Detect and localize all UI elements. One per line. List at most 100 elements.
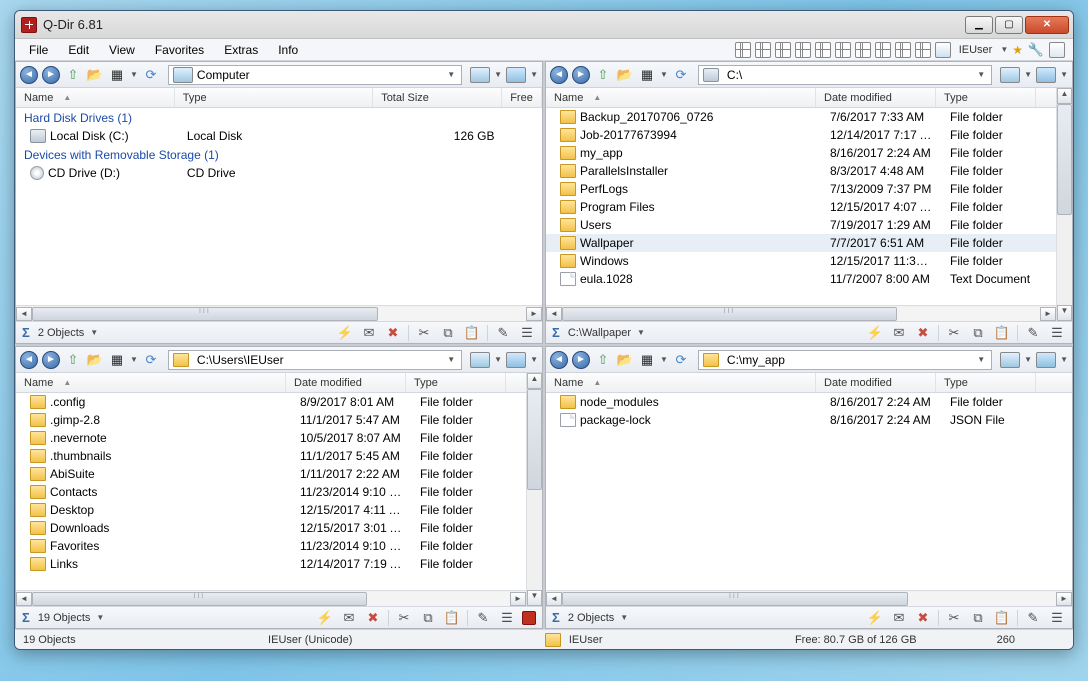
sigma-icon[interactable]: Σ — [552, 610, 560, 625]
column-headers[interactable]: Name▲TypeTotal SizeFree — [16, 88, 542, 108]
up-button[interactable]: ⇧ — [64, 351, 82, 369]
paste-icon[interactable]: 📋 — [443, 609, 461, 627]
group-header[interactable]: Devices with Removable Storage (1) — [16, 145, 542, 164]
folder-open-icon[interactable]: 📂 — [86, 66, 104, 84]
view-icon[interactable]: ▦ — [108, 351, 126, 369]
h-scrollbar[interactable]: ◄ III ► — [546, 305, 1056, 321]
sigma-icon[interactable]: Σ — [22, 325, 30, 340]
monitor-icon[interactable] — [1000, 352, 1020, 368]
refresh-icon[interactable]: ⟳ — [672, 66, 690, 84]
pane-status-text[interactable]: 19 Objects — [38, 612, 91, 624]
layout-icon[interactable] — [835, 42, 851, 58]
folder-open-icon[interactable]: 📂 — [616, 351, 634, 369]
address-bar[interactable]: C:\Users\IEUser ▼ — [168, 350, 462, 370]
flash-icon[interactable]: ⚡ — [336, 324, 354, 342]
folder-open-icon[interactable]: 📂 — [86, 351, 104, 369]
file-list[interactable]: node_modules 8/16/2017 2:24 AM File fold… — [546, 393, 1072, 590]
edit-icon[interactable]: ✎ — [1024, 324, 1042, 342]
monitor-icon[interactable] — [1036, 67, 1056, 83]
dropdown-icon[interactable]: ▼ — [620, 613, 628, 622]
column-header[interactable]: Type — [936, 88, 1036, 107]
folder-open-icon[interactable]: 📂 — [616, 66, 634, 84]
address-dropdown-icon[interactable]: ▼ — [975, 355, 987, 364]
list-item[interactable]: Wallpaper 7/7/2017 6:51 AM File folder — [546, 234, 1056, 252]
flash-icon[interactable]: ⚡ — [316, 609, 334, 627]
list-icon[interactable]: ☰ — [1048, 324, 1066, 342]
back-button[interactable]: ◄ — [20, 66, 38, 84]
delete-icon[interactable]: ✖ — [364, 609, 382, 627]
pane-status-text[interactable]: 2 Objects — [38, 327, 84, 339]
h-scrollbar[interactable]: ◄ III ► — [16, 590, 526, 606]
pane-status-text[interactable]: C:\Wallpaper — [568, 327, 631, 339]
copy-icon[interactable]: ⧉ — [969, 609, 987, 627]
dropdown-icon[interactable]: ▼ — [1000, 45, 1008, 54]
column-header[interactable]: Name▲ — [16, 373, 286, 392]
menu-info[interactable]: Info — [268, 41, 308, 59]
address-dropdown-icon[interactable]: ▼ — [975, 70, 987, 79]
delete-icon[interactable]: ✖ — [914, 324, 932, 342]
column-header[interactable]: Type — [175, 88, 373, 107]
column-header[interactable]: Date modified — [816, 88, 936, 107]
column-headers[interactable]: Name▲Date modifiedType — [546, 373, 1072, 393]
list-item[interactable]: ParallelsInstaller 8/3/2017 4:48 AM File… — [546, 162, 1056, 180]
list-item[interactable]: CD Drive (D:) CD Drive — [16, 164, 542, 182]
cut-icon[interactable]: ✂ — [395, 609, 413, 627]
mail-icon[interactable]: ✉ — [890, 609, 908, 627]
address-dropdown-icon[interactable]: ▼ — [445, 70, 457, 79]
flash-icon[interactable]: ⚡ — [866, 609, 884, 627]
v-scrollbar[interactable]: ▲ ▼ — [526, 373, 542, 606]
tools-icon[interactable]: 🔧 — [1027, 41, 1045, 59]
list-item[interactable]: .config 8/9/2017 8:01 AM File folder — [16, 393, 526, 411]
mail-icon[interactable]: ✉ — [340, 609, 358, 627]
delete-icon[interactable]: ✖ — [914, 609, 932, 627]
column-header[interactable]: Date modified — [816, 373, 936, 392]
v-scrollbar[interactable]: ▲ ▼ — [1056, 88, 1072, 321]
menu-extras[interactable]: Extras — [214, 41, 268, 59]
monitor-icon[interactable] — [506, 67, 526, 83]
list-item[interactable]: Links 12/14/2017 7:19 AM File folder — [16, 555, 526, 573]
layout-icon[interactable] — [895, 42, 911, 58]
options-icon[interactable] — [1049, 42, 1065, 58]
layout-icon[interactable] — [875, 42, 891, 58]
refresh-icon[interactable]: ⟳ — [142, 66, 160, 84]
file-list[interactable]: .config 8/9/2017 8:01 AM File folder .gi… — [16, 393, 526, 590]
view-icon[interactable]: ▦ — [108, 66, 126, 84]
paste-icon[interactable]: 📋 — [993, 324, 1011, 342]
titlebar[interactable]: Q-Dir 6.81 ▁ ▢ ✕ — [15, 11, 1073, 39]
list-item[interactable]: Backup_20170706_0726 7/6/2017 7:33 AM Fi… — [546, 108, 1056, 126]
view-icon[interactable]: ▦ — [638, 66, 656, 84]
menu-file[interactable]: File — [19, 41, 58, 59]
layout-icon[interactable] — [735, 42, 751, 58]
layout-icon[interactable] — [855, 42, 871, 58]
list-item[interactable]: Desktop 12/15/2017 4:11 AM File folder — [16, 501, 526, 519]
list-item[interactable]: Favorites 11/23/2014 9:10 PM File folder — [16, 537, 526, 555]
maximize-button[interactable]: ▢ — [995, 16, 1023, 34]
copy-icon[interactable]: ⧉ — [439, 324, 457, 342]
layout-icon[interactable] — [795, 42, 811, 58]
menu-view[interactable]: View — [99, 41, 145, 59]
list-item[interactable]: node_modules 8/16/2017 2:24 AM File fold… — [546, 393, 1072, 411]
group-header[interactable]: Hard Disk Drives (1) — [16, 108, 542, 127]
layout-icon[interactable] — [775, 42, 791, 58]
menu-favorites[interactable]: Favorites — [145, 41, 214, 59]
up-button[interactable]: ⇧ — [594, 66, 612, 84]
list-item[interactable]: my_app 8/16/2017 2:24 AM File folder — [546, 144, 1056, 162]
forward-button[interactable]: ► — [572, 66, 590, 84]
list-item[interactable]: .nevernote 10/5/2017 8:07 AM File folder — [16, 429, 526, 447]
paste-icon[interactable]: 📋 — [993, 609, 1011, 627]
forward-button[interactable]: ► — [42, 351, 60, 369]
pane-status-text[interactable]: 2 Objects — [568, 612, 614, 624]
list-icon[interactable]: ☰ — [1048, 609, 1066, 627]
column-header[interactable]: Name▲ — [546, 373, 816, 392]
list-item[interactable]: Users 7/19/2017 1:29 AM File folder — [546, 216, 1056, 234]
column-headers[interactable]: Name▲Date modifiedType — [546, 88, 1056, 108]
column-headers[interactable]: Name▲Date modifiedType — [16, 373, 526, 393]
flash-icon[interactable]: ⚡ — [866, 324, 884, 342]
column-header[interactable]: Name▲ — [16, 88, 175, 107]
menu-edit[interactable]: Edit — [58, 41, 99, 59]
list-item[interactable]: Downloads 12/15/2017 3:01 AM File folder — [16, 519, 526, 537]
copy-icon[interactable]: ⧉ — [969, 324, 987, 342]
cut-icon[interactable]: ✂ — [945, 324, 963, 342]
dropdown-icon[interactable]: ▼ — [90, 328, 98, 337]
list-item[interactable]: AbiSuite 1/11/2017 2:22 AM File folder — [16, 465, 526, 483]
